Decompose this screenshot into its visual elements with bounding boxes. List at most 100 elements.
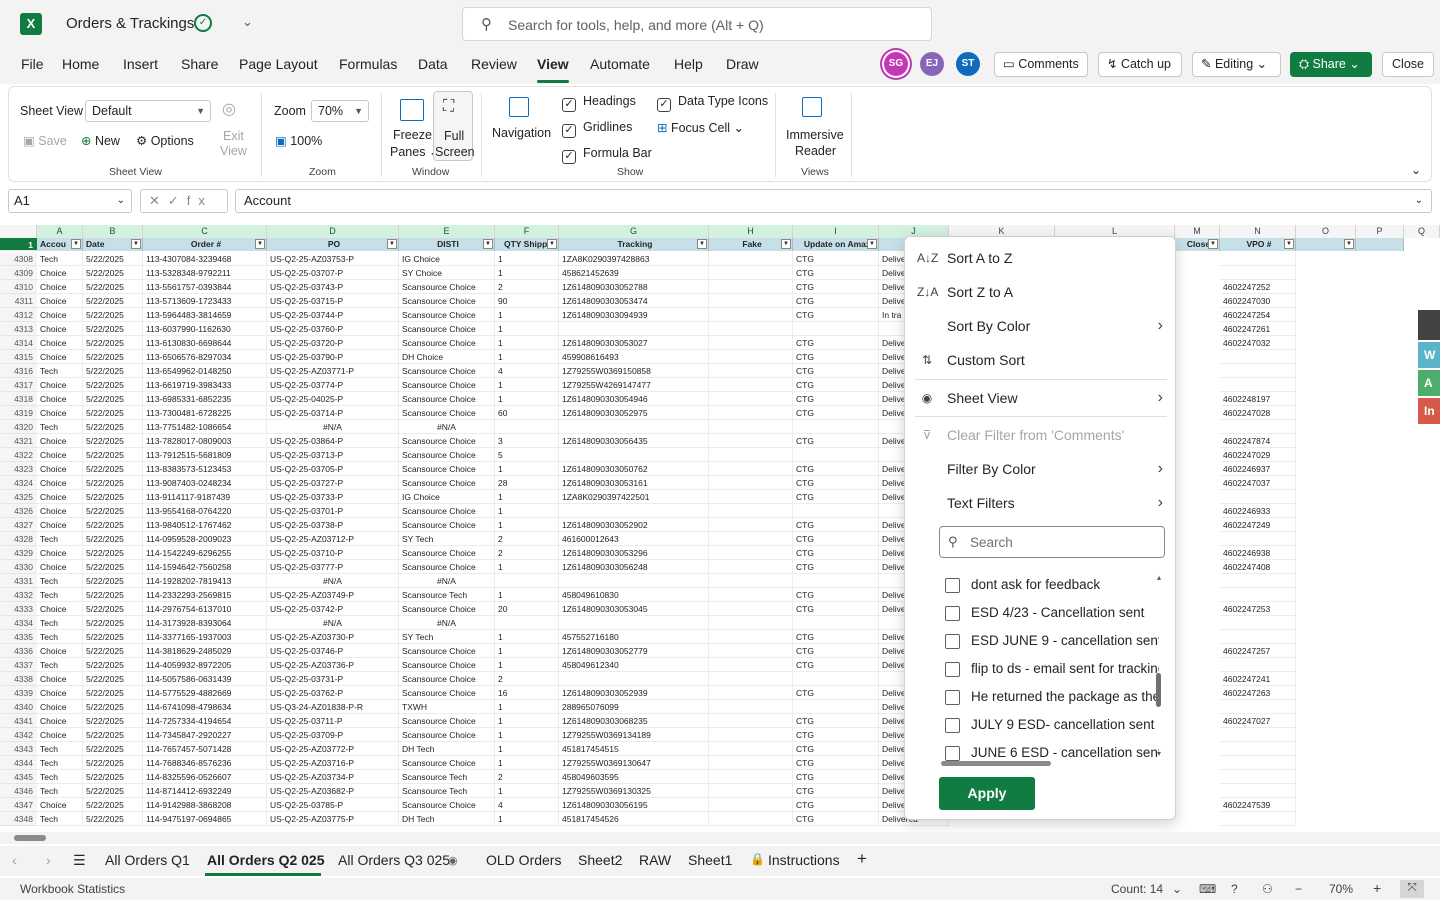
table-cell[interactable] <box>709 378 793 392</box>
table-cell[interactable]: Choice <box>37 798 83 812</box>
menu-tab-insert[interactable]: Insert <box>123 56 158 72</box>
freeze-label[interactable]: Freeze <box>393 128 432 142</box>
filter-header-cell[interactable]: Accou ▼ <box>37 238 83 251</box>
table-cell[interactable]: 114-3377165-1937003 <box>143 630 267 644</box>
table-cell[interactable]: 5/22/2025 <box>83 672 143 686</box>
table-cell[interactable] <box>709 714 793 728</box>
filter-header-cell[interactable]: Order # ▼ <box>143 238 267 251</box>
table-cell[interactable]: US-Q2-25-03711-P <box>267 714 399 728</box>
table-cell[interactable]: 1 <box>495 728 559 742</box>
table-cell[interactable] <box>1220 630 1296 644</box>
table-cell[interactable]: US-Q2-25-03774-P <box>267 378 399 392</box>
table-cell[interactable] <box>1220 770 1296 784</box>
avatar[interactable]: SG <box>884 52 908 76</box>
row-header[interactable]: 4348 <box>0 812 37 826</box>
table-cell[interactable]: Tech <box>37 658 83 672</box>
table-cell[interactable]: Choice <box>37 448 83 462</box>
table-cell[interactable]: 114-3818629-2485029 <box>143 644 267 658</box>
table-cell[interactable]: 5/22/2025 <box>83 560 143 574</box>
table-cell[interactable]: Scansource Choice <box>399 308 495 322</box>
checkbox-unchecked-icon[interactable] <box>945 690 960 705</box>
table-cell[interactable]: Scansource Choice <box>399 644 495 658</box>
table-cell[interactable] <box>495 574 559 588</box>
table-cell[interactable]: Scansource Choice <box>399 546 495 560</box>
menu-tab-page-layout[interactable]: Page Layout <box>239 56 318 72</box>
list-horizontal-scrollbar[interactable] <box>941 761 1051 766</box>
sheet-tab[interactable]: Sheet1 <box>688 852 732 868</box>
table-cell[interactable]: CTG <box>793 812 879 826</box>
status-count[interactable]: Count: 14 <box>1111 882 1163 896</box>
row-header[interactable]: 4329 <box>0 546 37 560</box>
row-header[interactable]: 4334 <box>0 616 37 630</box>
close-button[interactable]: Close <box>1382 52 1434 77</box>
row-header[interactable]: 4331 <box>0 574 37 588</box>
table-cell[interactable]: 1Z79255W0369134189 <box>559 728 709 742</box>
table-cell[interactable] <box>709 546 793 560</box>
table-cell[interactable] <box>1220 812 1296 826</box>
table-cell[interactable]: Choice <box>37 280 83 294</box>
table-cell[interactable] <box>709 476 793 490</box>
menu-tab-review[interactable]: Review <box>471 56 517 72</box>
sheet-tab[interactable]: All Orders Q2 025 <box>207 852 325 868</box>
table-cell[interactable]: CTG <box>793 602 879 616</box>
table-cell[interactable] <box>709 322 793 336</box>
filter-search-input[interactable]: ⚲ Search <box>939 526 1165 558</box>
table-cell[interactable]: CTG <box>793 560 879 574</box>
scroll-up-icon[interactable]: ▴ <box>1157 573 1161 582</box>
table-cell[interactable]: US-Q2-25-AZ03734-P <box>267 770 399 784</box>
table-cell[interactable]: 1 <box>495 350 559 364</box>
apply-button[interactable]: Apply <box>939 777 1035 810</box>
column-header-n[interactable]: N <box>1220 225 1296 238</box>
filter-dropdown-button[interactable]: ▼ <box>71 239 81 249</box>
table-cell[interactable]: US-Q2-25-03715-P <box>267 294 399 308</box>
zoom-dropdown[interactable]: 70% ▼ <box>311 100 369 122</box>
row-header[interactable]: 4320 <box>0 420 37 434</box>
table-cell[interactable]: SY Tech <box>399 532 495 546</box>
table-cell[interactable]: 1 <box>495 756 559 770</box>
table-cell[interactable]: CTG <box>793 658 879 672</box>
table-cell[interactable]: CTG <box>793 546 879 560</box>
table-cell[interactable]: 1Z6148090303053474 <box>559 294 709 308</box>
table-cell[interactable]: 1Z6148090303053161 <box>559 476 709 490</box>
table-cell[interactable] <box>559 504 709 518</box>
table-cell[interactable]: 114-7688346-8576236 <box>143 756 267 770</box>
column-header-i[interactable]: I <box>793 225 879 238</box>
table-cell[interactable]: 1 <box>495 322 559 336</box>
reader-label[interactable]: Reader <box>795 144 836 158</box>
table-cell[interactable]: US-Q2-25-03760-P <box>267 322 399 336</box>
table-cell[interactable] <box>709 434 793 448</box>
table-cell[interactable]: US-Q2-25-04025-P <box>267 392 399 406</box>
table-cell[interactable] <box>709 616 793 630</box>
catch-up-button[interactable]: ↯ Catch up <box>1098 52 1182 77</box>
table-cell[interactable]: US-Q2-25-AZ03775-P <box>267 812 399 826</box>
table-cell[interactable]: 114-5057586-0631439 <box>143 672 267 686</box>
table-cell[interactable]: CTG <box>793 588 879 602</box>
table-cell[interactable]: Choice <box>37 644 83 658</box>
table-cell[interactable]: CTG <box>793 266 879 280</box>
table-cell[interactable]: Scansource Choice <box>399 560 495 574</box>
table-cell[interactable]: Choice <box>37 266 83 280</box>
table-cell[interactable]: 113-7300481-6728225 <box>143 406 267 420</box>
sheet-tab[interactable]: RAW <box>639 852 671 868</box>
table-cell[interactable]: 114-2332293-2569815 <box>143 588 267 602</box>
next-sheet-icon[interactable]: › <box>46 852 51 868</box>
row-header[interactable]: 4335 <box>0 630 37 644</box>
table-cell[interactable]: US-Q2-25-03707-P <box>267 266 399 280</box>
filter-dropdown-button[interactable]: ▼ <box>1344 239 1354 249</box>
row-header[interactable]: 4323 <box>0 462 37 476</box>
table-cell[interactable]: 114-1928202-7819413 <box>143 574 267 588</box>
table-cell[interactable] <box>793 616 879 630</box>
table-cell[interactable]: Scansource Choice <box>399 448 495 462</box>
table-cell[interactable]: 113-6619719-3983433 <box>143 378 267 392</box>
row-header[interactable]: 4345 <box>0 770 37 784</box>
table-cell[interactable]: 1Z6148090303056435 <box>559 434 709 448</box>
table-cell[interactable]: US-Q2-25-AZ03730-P <box>267 630 399 644</box>
table-cell[interactable]: Tech <box>37 420 83 434</box>
table-cell[interactable]: IG Choice <box>399 252 495 266</box>
table-cell[interactable]: 1 <box>495 784 559 798</box>
table-cell[interactable]: 5/22/2025 <box>83 462 143 476</box>
table-cell[interactable]: CTG <box>793 532 879 546</box>
table-cell[interactable]: 5/22/2025 <box>83 252 143 266</box>
table-cell[interactable]: Choice <box>37 672 83 686</box>
table-cell[interactable]: 60 <box>495 406 559 420</box>
